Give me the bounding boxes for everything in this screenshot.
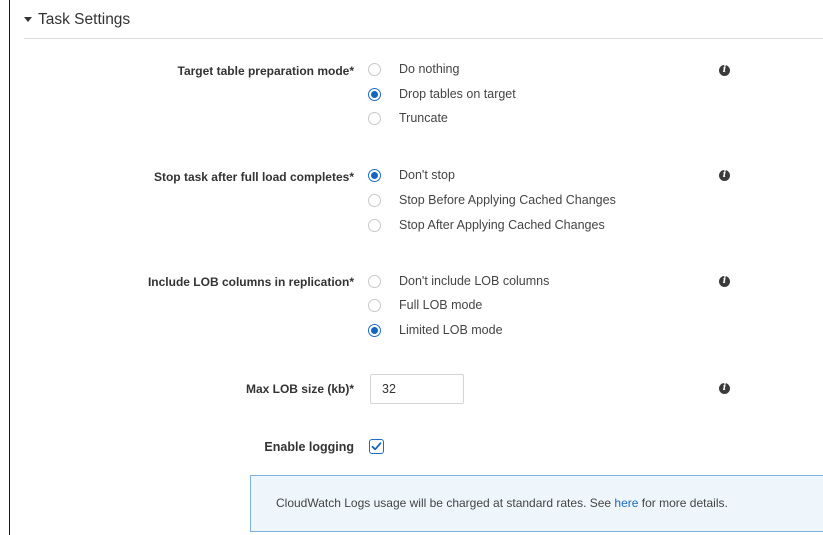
info-icon[interactable]: i: [719, 65, 730, 76]
checkmark-icon: [371, 442, 382, 451]
radio-button-selected[interactable]: [368, 88, 381, 101]
caret-down-icon[interactable]: [24, 17, 32, 22]
here-link[interactable]: here: [614, 496, 638, 510]
info-icon[interactable]: i: [719, 170, 730, 181]
radio-label: Don't stop: [399, 168, 455, 182]
cloudwatch-notice: CloudWatch Logs usage will be charged at…: [250, 475, 823, 532]
section-header[interactable]: Task Settings: [10, 0, 823, 38]
prep-mode-label: Target table preparation mode*: [177, 64, 354, 78]
radio-button[interactable]: [368, 194, 381, 207]
notice-text: CloudWatch Logs usage will be charged at…: [276, 496, 728, 510]
radio-button[interactable]: [368, 275, 381, 288]
radio-label: Stop After Applying Cached Changes: [399, 218, 605, 232]
radio-button[interactable]: [368, 219, 381, 232]
notice-text-after: for more details.: [638, 496, 728, 510]
radio-button[interactable]: [368, 63, 381, 76]
radio-label: Limited LOB mode: [399, 323, 503, 337]
radio-button[interactable]: [368, 112, 381, 125]
radio-label: Truncate: [399, 111, 448, 125]
radio-label: Don't include LOB columns: [399, 274, 550, 288]
max-lob-size-input[interactable]: 32: [370, 374, 464, 404]
radio-label: Stop Before Applying Cached Changes: [399, 193, 616, 207]
enable-logging-checkbox[interactable]: [369, 439, 384, 454]
enable-logging-label: Enable logging: [264, 440, 354, 454]
section-title: Task Settings: [38, 11, 131, 28]
divider: [24, 38, 823, 39]
radio-button-selected[interactable]: [368, 169, 381, 182]
radio-label: Full LOB mode: [399, 298, 483, 312]
stop-task-label: Stop task after full load completes*: [153, 170, 354, 184]
radio-button-selected[interactable]: [368, 324, 381, 337]
radio-label: Do nothing: [399, 62, 460, 76]
radio-button[interactable]: [368, 299, 381, 312]
lob-columns-label: Include LOB columns in replication*: [147, 275, 354, 289]
notice-text-before: CloudWatch Logs usage will be charged at…: [276, 496, 615, 510]
info-icon[interactable]: i: [719, 383, 730, 394]
info-icon[interactable]: i: [719, 276, 730, 287]
frame-border: [9, 0, 10, 535]
radio-label: Drop tables on target: [399, 87, 516, 101]
max-lob-label: Max LOB size (kb)*: [245, 382, 354, 396]
